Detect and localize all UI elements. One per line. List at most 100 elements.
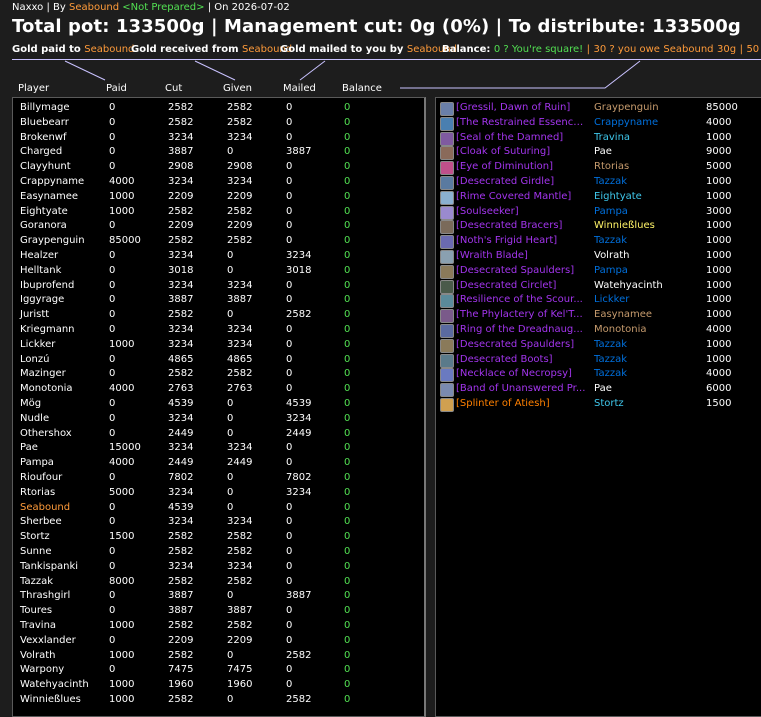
table-row[interactable]: Mazinger 0 2582 2582 0 0 [13, 367, 424, 382]
item-icon[interactable] [440, 368, 454, 383]
table-row[interactable]: Iggyrage 0 3887 3887 0 0 [13, 293, 424, 308]
table-row[interactable]: Tankispanki 0 3234 3234 0 0 [13, 560, 424, 575]
table-row[interactable]: Volrath 1000 2582 0 2582 0 [13, 649, 424, 664]
item-icon[interactable] [440, 190, 454, 205]
table-row[interactable]: Seabound 0 4539 0 0 0 [13, 501, 424, 516]
item-link[interactable]: [Resilience of the Scour... [456, 293, 588, 307]
loot-row[interactable]: [Desecrated Girdle] Tazzak 1000 [436, 175, 761, 190]
loot-row[interactable]: [Cloak of Suturing] Pae 9000 [436, 145, 761, 161]
table-row[interactable]: Sherbee 0 3234 3234 0 0 [13, 515, 424, 530]
loot-row[interactable]: [Gressil, Dawn of Ruin] Graypenguin 85000 [436, 101, 761, 116]
loot-row[interactable]: [Desecrated Bracers] Winnießlues 1000 [436, 219, 761, 235]
item-icon[interactable] [440, 205, 454, 220]
item-icon[interactable] [440, 250, 454, 264]
table-row[interactable]: Pae 15000 3234 3234 0 0 [13, 441, 424, 456]
loot-row[interactable]: [The Phylactery of Kel'T... Easynamee 1000 [436, 308, 761, 324]
loot-row[interactable]: [Soulseeker] Pampa 3000 [436, 205, 761, 220]
table-row[interactable]: Othershox 0 2449 0 2449 0 [13, 427, 424, 442]
table-row[interactable]: Monotonia 4000 2763 2763 0 0 [13, 382, 424, 397]
item-icon[interactable] [440, 309, 454, 324]
item-icon[interactable] [440, 294, 454, 309]
table-row[interactable]: Crappyname 4000 3234 3234 0 0 [13, 175, 424, 190]
table-row[interactable]: Goranora 0 2209 2209 0 0 [13, 219, 424, 234]
item-link[interactable]: [Rime Covered Mantle] [456, 190, 588, 204]
item-icon[interactable] [440, 398, 454, 412]
table-row[interactable]: Travina 1000 2582 2582 0 0 [13, 619, 424, 634]
loot-row[interactable]: [Rime Covered Mantle] Eightyate 1000 [436, 190, 761, 205]
loot-row[interactable]: [Splinter of Atiesh] Stortz 1500 [436, 397, 761, 412]
item-icon[interactable] [440, 161, 454, 176]
table-row[interactable]: Pampa 4000 2449 2449 0 0 [13, 456, 424, 471]
table-row[interactable]: Brokenwf 0 3234 3234 0 0 [13, 131, 424, 146]
item-icon[interactable] [440, 264, 454, 279]
table-row[interactable]: Warpony 0 7475 7475 0 0 [13, 663, 424, 678]
table-row[interactable]: Tazzak 8000 2582 2582 0 0 [13, 575, 424, 590]
table-row[interactable]: Helltank 0 3018 0 3018 0 [13, 264, 424, 279]
item-link[interactable]: [Splinter of Atiesh] [456, 397, 588, 411]
table-row[interactable]: Easynamee 1000 2209 2209 0 0 [13, 190, 424, 205]
player-balance-table[interactable]: Billymage 0 2582 2582 0 0 Bluebearr 0 2582 2582 0 0… [12, 97, 426, 717]
table-row[interactable]: Rioufour 0 7802 0 7802 0 [13, 471, 424, 486]
item-link[interactable]: [Desecrated Girdle] [456, 175, 588, 189]
item-link[interactable]: [The Phylactery of Kel'T... [456, 308, 588, 322]
table-row[interactable]: Vexxlander 0 2209 2209 0 0 [13, 634, 424, 649]
item-icon[interactable] [440, 383, 454, 398]
item-link[interactable]: [Desecrated Spaulders] [456, 264, 588, 278]
table-row[interactable]: Thrashgirl 0 3887 0 3887 0 [13, 589, 424, 604]
table-row[interactable]: Clayyhunt 0 2908 2908 0 0 [13, 160, 424, 175]
loot-row[interactable]: [Desecrated Spaulders] Tazzak 1000 [436, 338, 761, 353]
loot-list[interactable]: [Gressil, Dawn of Ruin] Graypenguin 85000[… [435, 97, 761, 717]
loot-row[interactable]: [Desecrated Circlet] Watehyacinth 1000 [436, 279, 761, 294]
item-link[interactable]: [Gressil, Dawn of Ruin] [456, 101, 588, 115]
item-icon[interactable] [440, 176, 454, 190]
item-link[interactable]: [Necklace of Necropsy] [456, 367, 588, 381]
table-row[interactable]: Mög 0 4539 0 4539 0 [13, 397, 424, 412]
item-link[interactable]: [The Restrained Essence... [456, 116, 588, 130]
loot-row[interactable]: [Seal of the Damned] Travina 1000 [436, 131, 761, 146]
loot-row[interactable]: [Necklace of Necropsy] Tazzak 4000 [436, 367, 761, 383]
item-icon[interactable] [440, 131, 454, 146]
table-row[interactable]: Juristt 0 2582 0 2582 0 [13, 308, 424, 323]
loot-row[interactable]: [Ring of the Dreadnaug... Monotonia 4000 [436, 323, 761, 338]
table-row[interactable]: Ibuprofend 0 3234 3234 0 0 [13, 279, 424, 294]
table-row[interactable]: Toures 0 3887 3887 0 0 [13, 604, 424, 619]
item-icon[interactable] [440, 353, 454, 368]
item-link[interactable]: [Cloak of Suturing] [456, 145, 588, 159]
table-row[interactable]: Stortz 1500 2582 2582 0 0 [13, 530, 424, 545]
item-link[interactable]: [Band of Unanswered Pr... [456, 382, 588, 396]
table-row[interactable]: Eightyate 1000 2582 2582 0 0 [13, 205, 424, 220]
item-icon[interactable] [440, 324, 454, 338]
item-link[interactable]: [Desecrated Boots] [456, 353, 588, 367]
table-row[interactable]: Kriegmann 0 3234 3234 0 0 [13, 323, 424, 338]
item-icon[interactable] [440, 146, 454, 161]
item-link[interactable]: [Seal of the Damned] [456, 131, 588, 145]
item-link[interactable]: [Wraith Blade] [456, 249, 588, 263]
table-row[interactable]: Bluebearr 0 2582 2582 0 0 [13, 116, 424, 131]
item-link[interactable]: [Eye of Diminution] [456, 160, 588, 174]
table-row[interactable]: Watehyacinth 1000 1960 1960 0 0 [13, 678, 424, 693]
loot-row[interactable]: [Wraith Blade] Volrath 1000 [436, 249, 761, 264]
loot-row[interactable]: [Desecrated Boots] Tazzak 1000 [436, 353, 761, 368]
table-row[interactable]: Rtorias 5000 3234 0 3234 0 [13, 486, 424, 501]
item-link[interactable]: [Ring of the Dreadnaug... [456, 323, 588, 337]
item-link[interactable]: [Desecrated Circlet] [456, 279, 588, 293]
loot-row[interactable]: [The Restrained Essence... Crappyname 4000 [436, 116, 761, 131]
table-row[interactable]: Sunne 0 2582 2582 0 0 [13, 545, 424, 560]
loot-row[interactable]: [Eye of Diminution] Rtorias 5000 [436, 160, 761, 176]
table-row[interactable]: Lickker 1000 3234 3234 0 0 [13, 338, 424, 353]
table-row[interactable]: Lonzú 0 4865 4865 0 0 [13, 353, 424, 368]
table-row[interactable]: Nudle 0 3234 0 3234 0 [13, 412, 424, 427]
item-icon[interactable] [440, 220, 454, 235]
table-row[interactable]: Charged 0 3887 0 3887 0 [13, 145, 424, 160]
item-icon[interactable] [440, 279, 454, 294]
item-icon[interactable] [440, 116, 454, 131]
item-link[interactable]: [Noth's Frigid Heart] [456, 234, 588, 248]
item-icon[interactable] [440, 338, 454, 353]
item-link[interactable]: [Soulseeker] [456, 205, 588, 219]
table-row[interactable]: Healzer 0 3234 0 3234 0 [13, 249, 424, 264]
loot-row[interactable]: [Band of Unanswered Pr... Pae 6000 [436, 382, 761, 398]
item-icon[interactable] [440, 102, 454, 116]
item-icon[interactable] [440, 235, 454, 250]
loot-row[interactable]: [Resilience of the Scour... Lickker 1000 [436, 293, 761, 309]
table-row[interactable]: Billymage 0 2582 2582 0 0 [13, 101, 424, 116]
